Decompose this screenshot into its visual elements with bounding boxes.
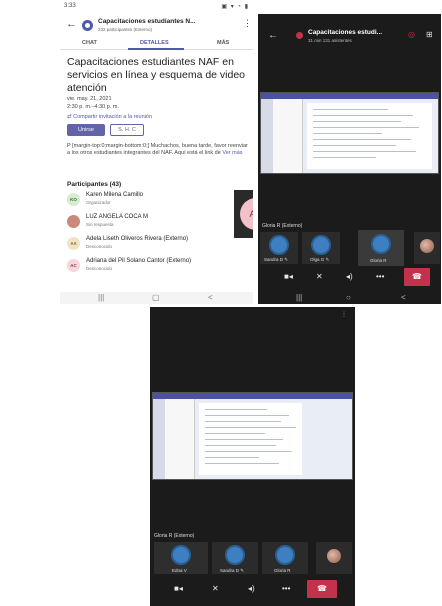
- more-icon[interactable]: •••: [376, 272, 384, 281]
- participant-row[interactable]: AX Adela Liseth Oliveros Rivera (Externo)…: [67, 235, 247, 253]
- meeting-title: Capacitaciones estudiantes NAF en servic…: [67, 56, 246, 94]
- call-title: Capacitaciones estudi...: [308, 29, 383, 36]
- see-more-link[interactable]: Ver más: [222, 150, 242, 156]
- attendee-name: Sandra D ✎: [264, 257, 289, 262]
- attendee-tile[interactable]: [414, 232, 440, 264]
- meeting-description: P [margin-top:0;margin-bottom:0;] Muchac…: [67, 143, 249, 157]
- hang-up-button[interactable]: ☎: [307, 580, 337, 598]
- tab-more[interactable]: MÁS: [217, 40, 229, 46]
- mic-off-icon[interactable]: ✕: [316, 272, 323, 281]
- participant-role: Desconocido: [86, 244, 113, 249]
- meeting-header: ← Capacitaciones estudiantes N... 232 pa…: [60, 14, 253, 38]
- avatar: [420, 239, 434, 253]
- participant-row[interactable]: AC Adriana del Pil Solano Cantor (Externo…: [67, 257, 247, 275]
- presenter-label: Gloria R (Externo): [262, 223, 303, 229]
- avatar: AG: [240, 198, 253, 230]
- meeting-details-screen: 3:33 ▣ ▾ ◔ ▮ ← Capacitaciones estudiante…: [60, 0, 253, 304]
- header-title: Capacitaciones estudiantes N...: [98, 18, 196, 25]
- avatar: [275, 545, 295, 565]
- attendee-name: Olga G ✎: [310, 257, 330, 262]
- participant-role: Sin respuesta: [86, 222, 114, 227]
- attendee-name: Gloria R: [370, 258, 387, 263]
- participant-role: Organizador: [86, 200, 111, 205]
- team-icon: [82, 20, 93, 31]
- avatar: [269, 235, 289, 255]
- back-icon[interactable]: <: [401, 293, 406, 302]
- speaker-icon[interactable]: ◂): [346, 272, 353, 281]
- shared-screen: [152, 392, 353, 480]
- tab-details[interactable]: DETALLES: [140, 40, 169, 46]
- share-invite-link[interactable]: ⇄ Compartir invitación a la reunión: [67, 114, 152, 120]
- hang-up-button[interactable]: ☎: [404, 268, 430, 286]
- avatar: KO: [67, 193, 80, 206]
- home-icon[interactable]: ○: [346, 293, 351, 302]
- shc-button[interactable]: S. H. C: [110, 124, 144, 136]
- call-subtitle: 31 min 131 asistentes: [308, 38, 352, 43]
- participant-row[interactable]: LUZ ANGELA COCA M Sin respuesta: [67, 213, 247, 231]
- more-icon[interactable]: •••: [282, 584, 290, 593]
- share-invite-label: Compartir invitación a la reunión: [73, 114, 153, 120]
- participant-name: Adela Liseth Oliveros Rivera (Externo): [86, 236, 189, 242]
- back-arrow-icon[interactable]: ←: [268, 30, 278, 41]
- status-time: 3:33: [64, 3, 76, 9]
- meeting-time: 2:30 p. m.–4:30 p. m.: [67, 104, 119, 110]
- header-subtitle: 232 participantes (Externo): [98, 27, 153, 32]
- mic-off-icon[interactable]: ✕: [212, 584, 219, 593]
- avatar: [171, 545, 191, 565]
- back-arrow-icon[interactable]: ←: [66, 18, 77, 30]
- avatar: [67, 215, 80, 228]
- recents-icon[interactable]: |||: [296, 293, 302, 302]
- participant-name: Karen Milena Camillo: [86, 192, 144, 198]
- status-bar: 3:33 ▣ ▾ ◔ ▮: [64, 3, 249, 11]
- attendee-name: Sandra D ✎: [220, 568, 245, 573]
- avatar: AC: [67, 259, 80, 272]
- back-icon[interactable]: <: [208, 293, 213, 302]
- more-options-icon[interactable]: ⋮: [341, 311, 347, 318]
- camera-off-icon[interactable]: ■◂: [284, 272, 293, 281]
- presenter-label: Gloria R (Externo): [154, 533, 195, 539]
- avatar: [225, 545, 245, 565]
- avatar: [311, 235, 331, 255]
- status-icons: ▣ ▾ ◔ ▮: [221, 4, 249, 10]
- attendee-tile[interactable]: Edna V: [154, 542, 208, 574]
- recording-icon: [296, 32, 303, 39]
- self-video-tile[interactable]: AG: [234, 190, 253, 238]
- avatar: AX: [67, 237, 80, 250]
- tab-bar: CHAT DETALLES MÁS: [60, 38, 253, 50]
- attendee-tile[interactable]: Sandra D ✎: [260, 232, 298, 264]
- call-screen-2: ⋮ Gloria R (Externo) Edna V Sandra D ✎ G…: [150, 307, 355, 606]
- home-icon[interactable]: ▢: [152, 293, 160, 302]
- attendee-tile[interactable]: [316, 542, 352, 574]
- participants-heading: Participantes (43): [67, 181, 122, 188]
- attendee-tile[interactable]: Olga G ✎: [302, 232, 340, 264]
- recents-icon[interactable]: |||: [98, 293, 104, 302]
- tab-chat[interactable]: CHAT: [82, 40, 97, 46]
- attendee-tile[interactable]: Gloria R: [262, 542, 308, 574]
- avatar: [371, 234, 391, 254]
- speaker-icon[interactable]: ◂): [248, 584, 255, 593]
- description-text: P [margin-top:0;margin-bottom:0;] Muchac…: [67, 143, 248, 156]
- meeting-date: vie. may. 21, 2021: [67, 96, 112, 102]
- participant-row[interactable]: KO Karen Milena Camillo Organizador: [67, 191, 247, 209]
- system-nav-bar: ||| ▢ <: [60, 292, 253, 304]
- join-button[interactable]: Unirse: [67, 124, 105, 136]
- camera-off-icon[interactable]: ■◂: [174, 584, 183, 593]
- participant-name: LUZ ANGELA COCA M: [86, 214, 149, 220]
- call-screen-1: ← Capacitaciones estudi... 31 min 131 as…: [258, 14, 441, 304]
- attendee-tile[interactable]: Gloria R: [358, 230, 404, 266]
- shared-screen: [260, 92, 439, 174]
- add-participant-icon[interactable]: ⊞: [426, 30, 433, 39]
- attendee-tile[interactable]: Sandra D ✎: [212, 542, 258, 574]
- participant-name: Adriana del Pil Solano Cantor (Externo): [86, 258, 192, 264]
- record-icon[interactable]: ◎: [408, 30, 415, 39]
- active-tab-indicator: [128, 48, 184, 50]
- participant-role: Desconocido: [86, 266, 113, 271]
- more-options-icon[interactable]: ⋮: [243, 18, 252, 29]
- avatar: [327, 549, 341, 563]
- attendee-name: Edna V: [172, 568, 187, 573]
- attendee-name: Gloria R: [274, 568, 291, 573]
